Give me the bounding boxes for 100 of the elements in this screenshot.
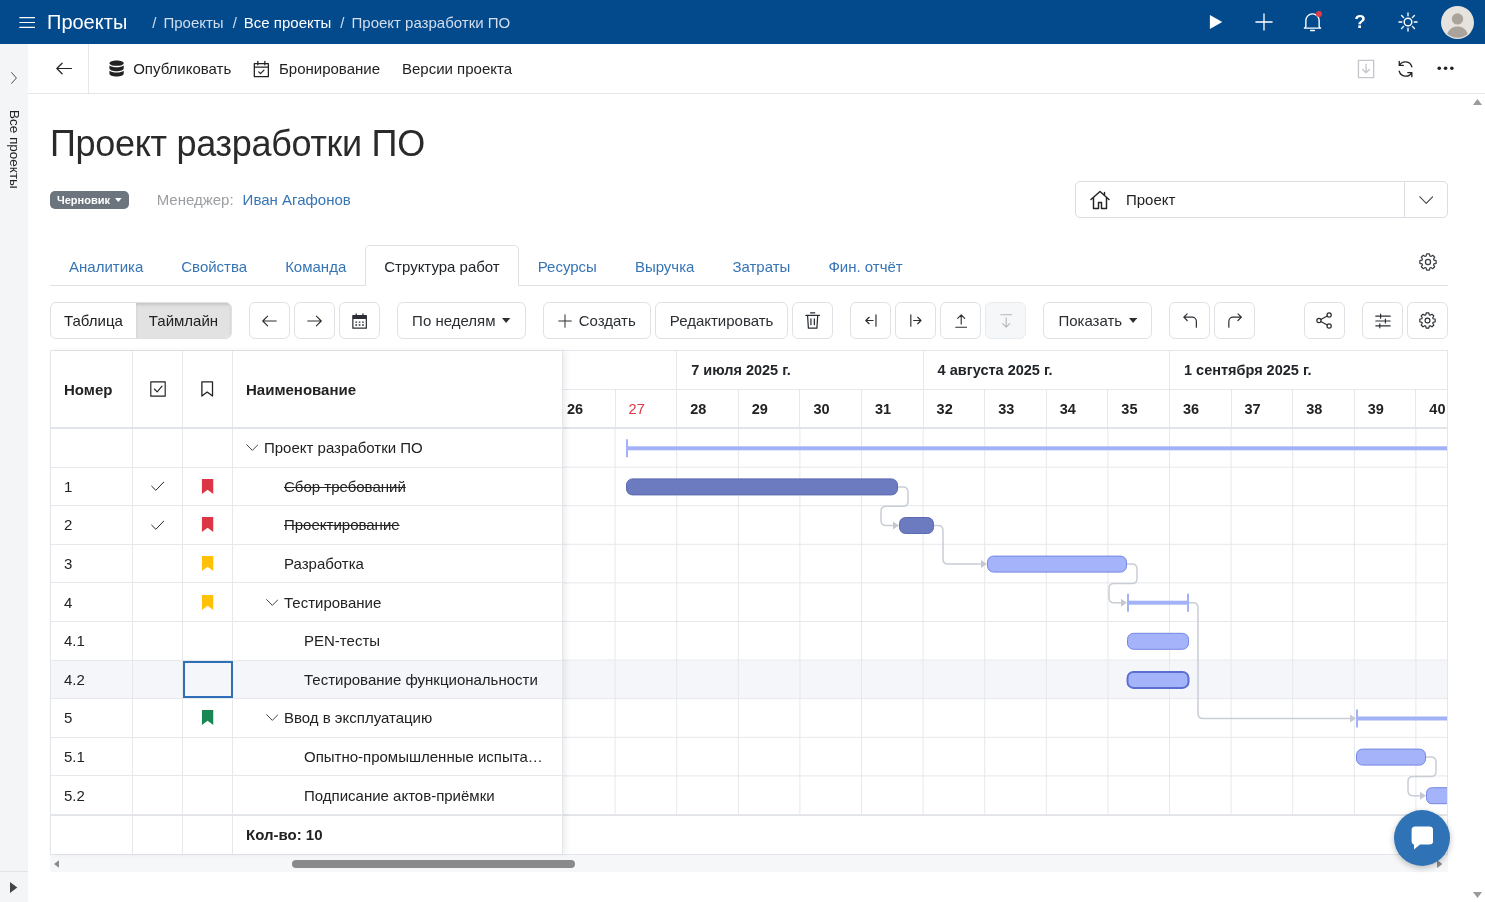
sliders-icon <box>1374 312 1391 329</box>
tab[interactable]: Фин. отчёт <box>809 245 922 286</box>
arrow-up-line-icon <box>954 313 968 328</box>
arrow-left-icon <box>262 314 278 327</box>
week-number: 37 <box>1244 400 1261 417</box>
tab[interactable]: Ресурсы <box>518 245 616 286</box>
tab[interactable]: Структура работ <box>365 245 519 286</box>
publish-button[interactable]: Опубликовать <box>109 51 232 86</box>
indent-button[interactable] <box>895 302 937 339</box>
table-row[interactable]: 5.2 Подписание актов-приёмки <box>51 776 562 815</box>
row-number: 3 <box>64 555 73 573</box>
calendar-button[interactable] <box>339 302 381 339</box>
horizontal-scrollbar[interactable] <box>50 855 1448 872</box>
project-selector[interactable]: Проект <box>1075 181 1448 218</box>
show-dropdown[interactable]: Показать <box>1043 302 1153 339</box>
table-row[interactable]: Проект разработки ПО <box>51 429 562 468</box>
status-dropdown[interactable]: Черновик <box>50 190 129 209</box>
breadcrumb-link[interactable]: Проект разработки ПО <box>351 13 511 31</box>
manager-label: Менеджер: <box>156 191 234 208</box>
house-icon <box>1090 189 1110 210</box>
triangle-down-icon <box>1473 892 1482 898</box>
month-label: 4 августа 2025 г. <box>937 362 1053 378</box>
week-number: 28 <box>690 400 707 417</box>
versions-button[interactable]: Версии проекта <box>402 51 513 86</box>
tab[interactable]: Свойства <box>162 245 267 286</box>
table-row[interactable]: 3 Разработка <box>51 544 562 584</box>
bookmark-icon[interactable] <box>200 477 215 495</box>
week-number: 36 <box>1182 400 1200 417</box>
triangle-right-icon <box>1436 859 1442 868</box>
arrow-left-icon <box>55 62 73 75</box>
help-button[interactable]: ? <box>1342 4 1378 40</box>
arrow-down-line-icon <box>999 313 1013 328</box>
table-row[interactable]: 5.1 Опытно-промышленные испыта… <box>51 737 562 777</box>
dependency-arrow <box>933 524 987 569</box>
tab[interactable]: Аналитика <box>50 245 163 286</box>
table-row[interactable]: 4.2 Тестирование функциональности <box>51 660 562 700</box>
tab[interactable]: Выручка <box>615 245 714 286</box>
week-number: 39 <box>1367 400 1384 417</box>
undo-button[interactable] <box>1169 302 1211 339</box>
columns-button[interactable] <box>1362 302 1403 339</box>
task-bar[interactable] <box>626 478 898 496</box>
breadcrumb-separator: / <box>152 13 157 31</box>
column-header[interactable]: Наименование <box>246 380 357 398</box>
week-number: 27 <box>628 400 645 417</box>
week-number: 31 <box>874 400 892 417</box>
chat-button[interactable] <box>1394 810 1450 866</box>
breadcrumb-link[interactable]: Все проекты <box>243 13 332 31</box>
view-toggle[interactable]: Таймлайн <box>135 303 232 338</box>
task-bar[interactable] <box>1426 787 1447 805</box>
task-bar[interactable] <box>899 517 934 534</box>
view-toggle[interactable]: Таблица <box>51 303 136 338</box>
create-button[interactable]: Создать <box>542 302 651 339</box>
week-number: 33 <box>998 400 1015 417</box>
table-row[interactable]: 4.1 PEN-тесты <box>51 621 562 661</box>
table-row[interactable]: 1 Сбор требований <box>51 467 562 507</box>
arrow-left-bar-icon <box>865 314 877 327</box>
task-name: Проектирование <box>284 516 400 534</box>
app-title[interactable]: Проекты <box>47 10 128 34</box>
task-name: Проект разработки ПО <box>264 439 423 457</box>
summary-bar[interactable] <box>1127 593 1189 612</box>
tab[interactable]: Затраты <box>713 245 810 286</box>
breadcrumb-link[interactable]: Проекты <box>163 13 224 31</box>
booking-button[interactable]: Бронирование <box>253 51 380 86</box>
task-bar[interactable] <box>1356 748 1426 766</box>
manager-link[interactable]: Иван Агафонов <box>242 191 351 208</box>
previous-button[interactable] <box>249 302 291 339</box>
task-bar[interactable] <box>1126 670 1190 689</box>
summary-bar[interactable] <box>1356 709 1447 728</box>
table-row[interactable]: 5 Ввод в эксплуатацию <box>51 699 562 738</box>
redo-button[interactable] <box>1214 302 1256 339</box>
sidebar-label[interactable]: Все проекты <box>6 110 22 189</box>
row-number: 1 <box>64 477 73 495</box>
move-up-button[interactable] <box>940 302 982 339</box>
share-button[interactable] <box>1304 302 1345 339</box>
bookmark-icon[interactable] <box>200 709 215 727</box>
table-row[interactable]: 2 Проектирование <box>51 506 562 545</box>
tab-settings-button[interactable] <box>1419 253 1437 271</box>
settings-icon <box>1419 253 1437 271</box>
outdent-button[interactable] <box>850 302 892 339</box>
menu-icon <box>18 15 36 29</box>
scrollbar-thumb[interactable] <box>292 859 576 868</box>
edit-button[interactable]: Редактировать <box>654 302 789 339</box>
bookmark-icon[interactable] <box>200 516 215 534</box>
summary-bar[interactable] <box>626 439 1447 458</box>
user-avatar[interactable] <box>1441 5 1474 39</box>
check-icon <box>150 481 165 492</box>
week-number: 38 <box>1306 400 1323 417</box>
tab[interactable]: Команда <box>266 245 366 286</box>
focused-cell[interactable] <box>183 660 233 699</box>
week-number: 34 <box>1059 400 1076 417</box>
task-name: Опытно-промышленные испыта… <box>304 748 543 766</box>
task-bar[interactable] <box>1127 632 1189 650</box>
settings-button[interactable] <box>1407 302 1448 339</box>
checkbox-icon <box>149 381 166 397</box>
column-header[interactable]: Номер <box>64 380 113 398</box>
period-dropdown[interactable]: По неделям <box>397 302 526 339</box>
sidebar-toggle-button[interactable] <box>10 881 18 893</box>
breadcrumb-separator: / <box>340 13 345 31</box>
table-row[interactable]: 4 Тестирование <box>51 583 562 622</box>
delete-button[interactable] <box>792 302 834 339</box>
